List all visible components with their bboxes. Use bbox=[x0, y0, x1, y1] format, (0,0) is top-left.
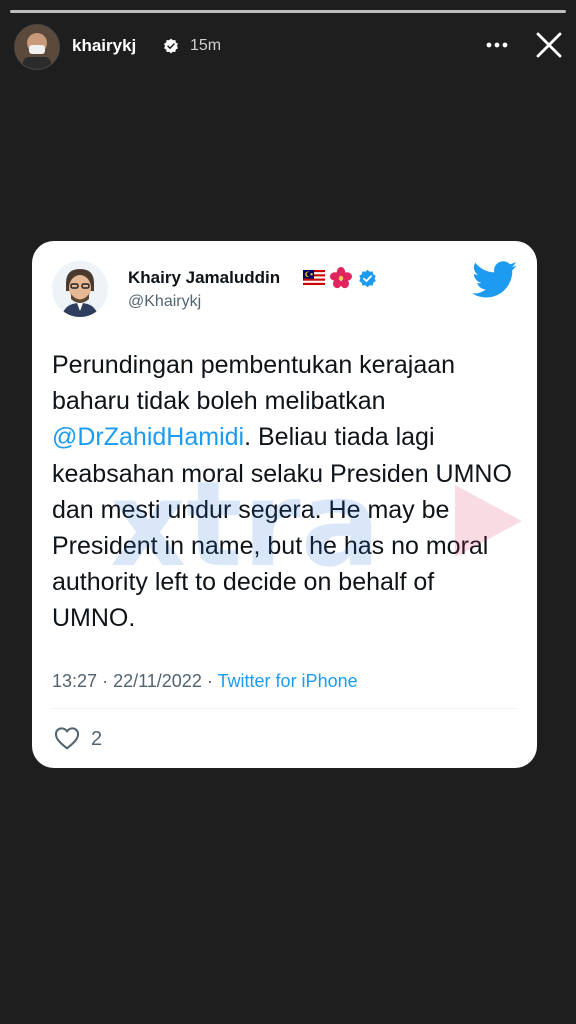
tweet-time: 13:27 bbox=[52, 671, 98, 691]
close-icon[interactable] bbox=[534, 30, 564, 60]
story-header: khairykj 15m bbox=[14, 24, 562, 70]
tweet-date: 22/11/2022 bbox=[113, 671, 202, 691]
twitter-bird-icon bbox=[472, 261, 518, 298]
tweet-display-name[interactable]: Khairy Jamaluddin bbox=[128, 268, 280, 288]
tweet-author-avatar[interactable] bbox=[52, 261, 108, 317]
tweet-source-link[interactable]: Twitter for iPhone bbox=[218, 671, 358, 691]
verified-badge-icon bbox=[359, 269, 376, 288]
malaysia-flag-icon bbox=[303, 270, 325, 285]
meta-separator: · bbox=[206, 671, 213, 691]
mention-link[interactable]: @DrZahidHamidi bbox=[52, 423, 244, 451]
verified-badge-icon bbox=[164, 38, 178, 54]
hibiscus-icon bbox=[330, 267, 352, 289]
divider bbox=[52, 708, 517, 709]
like-count: 2 bbox=[91, 728, 103, 750]
meta-separator: · bbox=[102, 671, 109, 691]
story-username[interactable]: khairykj bbox=[72, 36, 136, 56]
tweet-body: Perundingan pembentukan kerajaan baharu … bbox=[52, 347, 522, 637]
story-time: 15m bbox=[190, 37, 222, 54]
tweet-card[interactable]: Khairy Jamaluddin @Khairykj Perundingan … bbox=[32, 241, 537, 768]
story-progress-bar bbox=[10, 10, 566, 13]
tweet-text-part: Perundingan pembentukan kerajaan baharu … bbox=[52, 351, 456, 416]
more-horizontal-icon[interactable] bbox=[484, 32, 510, 58]
story-avatar[interactable] bbox=[14, 24, 60, 70]
heart-icon[interactable] bbox=[54, 726, 80, 750]
tweet-handle[interactable]: @Khairykj bbox=[128, 293, 201, 311]
tweet-text-part: . Beliau tiada lagi keabsahan moral sela… bbox=[52, 423, 512, 633]
tweet-meta: 13:27 · 22/11/2022 · Twitter for iPhone bbox=[52, 671, 358, 692]
